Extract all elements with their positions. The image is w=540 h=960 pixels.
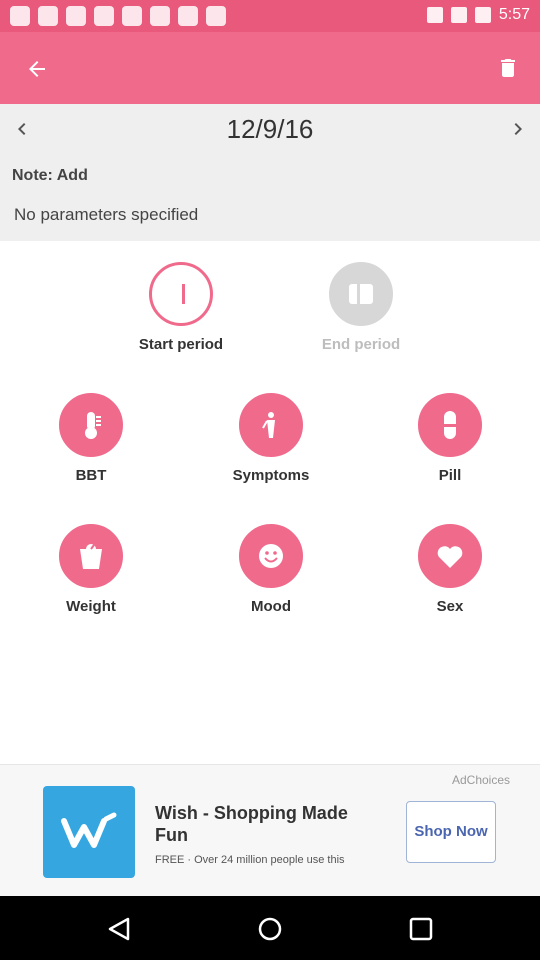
symptoms-label: Symptoms bbox=[232, 467, 310, 484]
start-period-icon bbox=[149, 262, 213, 326]
mood-button[interactable]: Mood bbox=[201, 524, 341, 615]
thermometer-icon bbox=[59, 393, 123, 457]
weight-label: Weight bbox=[66, 598, 116, 615]
nav-home-icon[interactable] bbox=[255, 916, 285, 942]
status-time: 5:57 bbox=[498, 6, 530, 23]
trash-icon[interactable] bbox=[496, 54, 520, 82]
parameters-status: No parameters specified bbox=[14, 205, 199, 224]
symptoms-button[interactable]: Symptoms bbox=[201, 393, 341, 484]
shop-now-button[interactable]: Shop Now bbox=[406, 801, 496, 863]
bbt-label: BBT bbox=[75, 467, 107, 484]
ad-subtitle: FREE · Over 24 million people use this bbox=[155, 854, 345, 866]
options-row-1: BBT Symptoms Pill bbox=[0, 393, 540, 493]
end-period-label: End period bbox=[321, 336, 401, 353]
notification-icon bbox=[178, 6, 198, 26]
options-row-2: Weight Mood Sex bbox=[0, 524, 540, 624]
end-period-button[interactable]: End period bbox=[291, 262, 431, 353]
bbt-button[interactable]: BBT bbox=[21, 393, 161, 484]
wifi-icon bbox=[426, 7, 443, 23]
notification-icon bbox=[10, 6, 30, 26]
note-add-link[interactable]: Note: Add bbox=[12, 167, 88, 185]
ad-title[interactable]: Wish - Shopping Made Fun bbox=[155, 802, 385, 846]
status-bar: 5:57 bbox=[0, 0, 540, 32]
period-row: Start period End period bbox=[0, 262, 540, 362]
pill-label: Pill bbox=[438, 467, 462, 484]
person-icon bbox=[239, 393, 303, 457]
nav-recents-icon[interactable] bbox=[406, 916, 436, 942]
end-period-icon bbox=[329, 262, 393, 326]
notification-icon bbox=[150, 6, 170, 26]
start-period-label: Start period bbox=[138, 336, 224, 353]
notification-icon bbox=[38, 6, 58, 26]
notification-icon bbox=[206, 6, 226, 26]
pill-icon bbox=[418, 393, 482, 457]
heart-icon bbox=[418, 524, 482, 588]
mood-label: Mood bbox=[251, 598, 291, 615]
nav-back-icon[interactable] bbox=[104, 916, 134, 942]
adchoices-label[interactable]: AdChoices bbox=[452, 773, 510, 787]
wish-logo[interactable] bbox=[43, 786, 135, 878]
date-panel: 12/9/16 Note: Add No parameters specifie… bbox=[0, 104, 540, 241]
notification-icon bbox=[66, 6, 86, 26]
chevron-right-icon[interactable] bbox=[506, 114, 530, 144]
start-period-button[interactable]: Start period bbox=[111, 262, 251, 353]
app-bar bbox=[0, 32, 540, 104]
system-nav-bar bbox=[0, 896, 540, 960]
scale-icon bbox=[59, 524, 123, 588]
battery-icon bbox=[474, 7, 491, 23]
notification-icons bbox=[10, 6, 226, 26]
smile-icon bbox=[239, 524, 303, 588]
ad-banner[interactable]: AdChoices Wish - Shopping Made Fun FREE … bbox=[0, 764, 540, 896]
date-label: 12/9/16 bbox=[226, 114, 314, 144]
sex-label: Sex bbox=[436, 598, 464, 615]
signal-icon bbox=[450, 7, 467, 23]
status-right: 5:57 bbox=[426, 6, 530, 24]
pill-button[interactable]: Pill bbox=[380, 393, 520, 484]
notification-icon bbox=[122, 6, 142, 26]
weight-button[interactable]: Weight bbox=[21, 524, 161, 615]
notification-icon bbox=[94, 6, 114, 26]
sex-button[interactable]: Sex bbox=[380, 524, 520, 615]
arrow-back-icon[interactable] bbox=[22, 54, 52, 84]
